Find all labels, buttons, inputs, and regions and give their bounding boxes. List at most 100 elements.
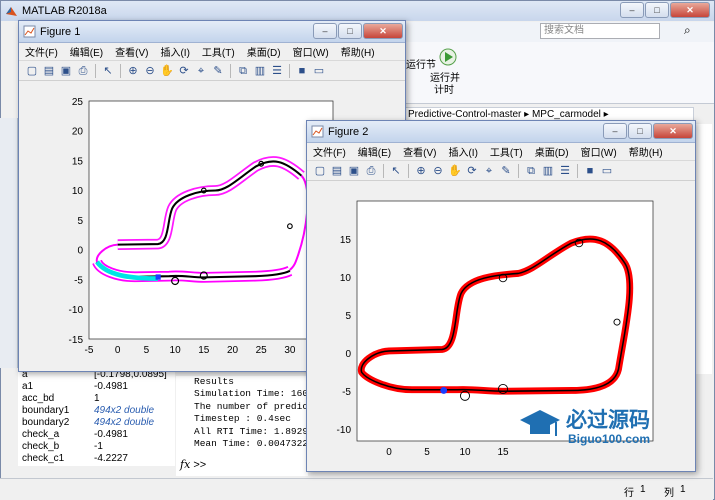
menu-help[interactable]: 帮助(H) — [629, 144, 663, 159]
y-tick: 15 — [72, 157, 84, 168]
x-tick: 5 — [424, 447, 430, 458]
menu-window[interactable]: 窗口(W) — [581, 144, 617, 159]
print-icon[interactable]: ⎙ — [76, 64, 90, 78]
save-icon[interactable]: ▣ — [59, 64, 73, 78]
menu-window[interactable]: 窗口(W) — [293, 44, 329, 59]
workspace-row[interactable]: boundary2 494x2 double — [18, 417, 175, 429]
menu-desktop[interactable]: 桌面(D) — [535, 144, 569, 159]
run-time-label-2: 计时 — [434, 85, 454, 96]
workspace-row[interactable]: a1 -0.4981 — [18, 381, 175, 393]
save-icon[interactable]: ▣ — [347, 164, 361, 178]
toolbar-separator — [120, 63, 121, 78]
new-figure-icon[interactable]: ▢ — [313, 164, 327, 178]
x-tick: 30 — [284, 345, 296, 356]
zoom-out-icon[interactable]: ⊖ — [431, 164, 445, 178]
colorbar-icon[interactable]: ▥ — [541, 164, 555, 178]
x-tick: 10 — [170, 345, 182, 356]
command-prompt[interactable]: fx >> — [176, 458, 308, 474]
rotate-icon[interactable]: ⟳ — [465, 164, 479, 178]
pointer-icon[interactable]: ↖ — [389, 164, 403, 178]
main-window-controls: – □ ✕ — [620, 2, 710, 18]
figure-1-window-controls: – □ ✕ — [313, 23, 403, 39]
hide-tools-icon[interactable]: ■ — [295, 64, 309, 78]
menu-file[interactable]: 文件(F) — [313, 144, 346, 159]
workspace-row[interactable]: check_b -1 — [18, 441, 175, 453]
workspace-row[interactable]: boundary1 494x2 double — [18, 405, 175, 417]
menu-edit[interactable]: 编辑(E) — [358, 144, 391, 159]
hide-tools-icon[interactable]: ■ — [583, 164, 597, 178]
rotate-icon[interactable]: ⟳ — [177, 64, 191, 78]
prompt-symbol: >> — [193, 459, 207, 471]
menu-desktop[interactable]: 桌面(D) — [247, 44, 281, 59]
print-icon[interactable]: ⎙ — [364, 164, 378, 178]
figure-2-toolbar: ▢ ▤ ▣ ⎙ ↖ ⊕ ⊖ ✋ ⟳ ⌖ ✎ ⧉ ▥ ☰ ■ ▭ — [307, 161, 695, 181]
menu-file[interactable]: 文件(F) — [25, 44, 58, 59]
pointer-icon[interactable]: ↖ — [101, 64, 115, 78]
legend-icon[interactable]: ☰ — [558, 164, 572, 178]
menu-tools[interactable]: 工具(T) — [490, 144, 523, 159]
colorbar-icon[interactable]: ▥ — [253, 64, 267, 78]
minimize-button[interactable]: – — [620, 2, 644, 18]
brush-icon[interactable]: ✎ — [499, 164, 513, 178]
watermark-logo: 必过源码 Biguo100.com — [518, 400, 678, 456]
cmd-line: Mean Time: 0.0047322sec — [194, 438, 308, 450]
data-cursor-icon[interactable]: ⌖ — [482, 164, 496, 178]
open-icon[interactable]: ▤ — [42, 64, 56, 78]
data-cursor-icon[interactable]: ⌖ — [194, 64, 208, 78]
minimize-button[interactable]: – — [603, 123, 627, 139]
zoom-out-icon[interactable]: ⊖ — [143, 64, 157, 78]
toolbar-separator — [383, 163, 384, 178]
y-tick: -10 — [69, 305, 84, 316]
link-icon[interactable]: ⧉ — [236, 64, 250, 78]
y-tick: -5 — [342, 387, 351, 398]
menu-insert[interactable]: 插入(I) — [160, 44, 189, 59]
x-tick: 0 — [115, 345, 121, 356]
address-part-1[interactable]: Predictive-Control-master — [408, 109, 521, 120]
maximize-button[interactable]: □ — [645, 2, 669, 18]
figure-1-menubar: 文件(F) 编辑(E) 查看(V) 插入(I) 工具(T) 桌面(D) 窗口(W… — [19, 43, 405, 61]
help-icon[interactable]: ⌕ — [684, 23, 702, 39]
new-figure-icon[interactable]: ▢ — [25, 64, 39, 78]
workspace-row[interactable]: acc_bd 1 — [18, 393, 175, 405]
vehicle-marker — [155, 274, 161, 280]
x-tick: 15 — [497, 447, 509, 458]
close-button[interactable]: ✕ — [670, 2, 710, 18]
address-sep-icon: ▸ — [603, 109, 609, 120]
pan-icon[interactable]: ✋ — [160, 64, 174, 78]
legend-icon[interactable]: ☰ — [270, 64, 284, 78]
menu-tools[interactable]: 工具(T) — [202, 44, 235, 59]
brush-icon[interactable]: ✎ — [211, 64, 225, 78]
workspace-row[interactable]: check_a -0.4981 — [18, 429, 175, 441]
workspace-row[interactable]: check_c1 -4.2227 — [18, 453, 175, 465]
open-icon[interactable]: ▤ — [330, 164, 344, 178]
minimize-button[interactable]: – — [313, 23, 337, 39]
menu-help[interactable]: 帮助(H) — [341, 44, 375, 59]
dock-icon[interactable]: ▭ — [312, 64, 326, 78]
x-tick: -5 — [85, 345, 94, 356]
maximize-button[interactable]: □ — [628, 123, 652, 139]
maximize-button[interactable]: □ — [338, 23, 362, 39]
cmd-line: Timestep : 0.4sec — [194, 413, 291, 425]
run-section-button[interactable]: 运行节 运行并 计时 — [404, 44, 470, 96]
link-icon[interactable]: ⧉ — [524, 164, 538, 178]
x-tick: 0 — [386, 447, 392, 458]
menu-view[interactable]: 查看(V) — [115, 44, 148, 59]
menu-view[interactable]: 查看(V) — [403, 144, 436, 159]
cmd-line: All RTI Time: 1.8929sec — [194, 425, 308, 437]
pan-icon[interactable]: ✋ — [448, 164, 462, 178]
x-tick: 10 — [459, 447, 471, 458]
search-docs-input[interactable]: 搜索文档 — [540, 23, 660, 39]
figure-1-title: Figure 1 — [40, 25, 81, 38]
cmd-line: Results — [194, 376, 234, 387]
close-button[interactable]: ✕ — [653, 123, 693, 139]
address-part-2[interactable]: MPC_carmodel — [532, 109, 601, 120]
zoom-in-icon[interactable]: ⊕ — [126, 64, 140, 78]
menu-insert[interactable]: 插入(I) — [448, 144, 477, 159]
menu-edit[interactable]: 编辑(E) — [70, 44, 103, 59]
close-button[interactable]: ✕ — [363, 23, 403, 39]
dock-icon[interactable]: ▭ — [600, 164, 614, 178]
figure-2-title: Figure 2 — [328, 125, 369, 138]
zoom-in-icon[interactable]: ⊕ — [414, 164, 428, 178]
y-tick: 25 — [72, 97, 84, 108]
toolbar-separator — [95, 63, 96, 78]
